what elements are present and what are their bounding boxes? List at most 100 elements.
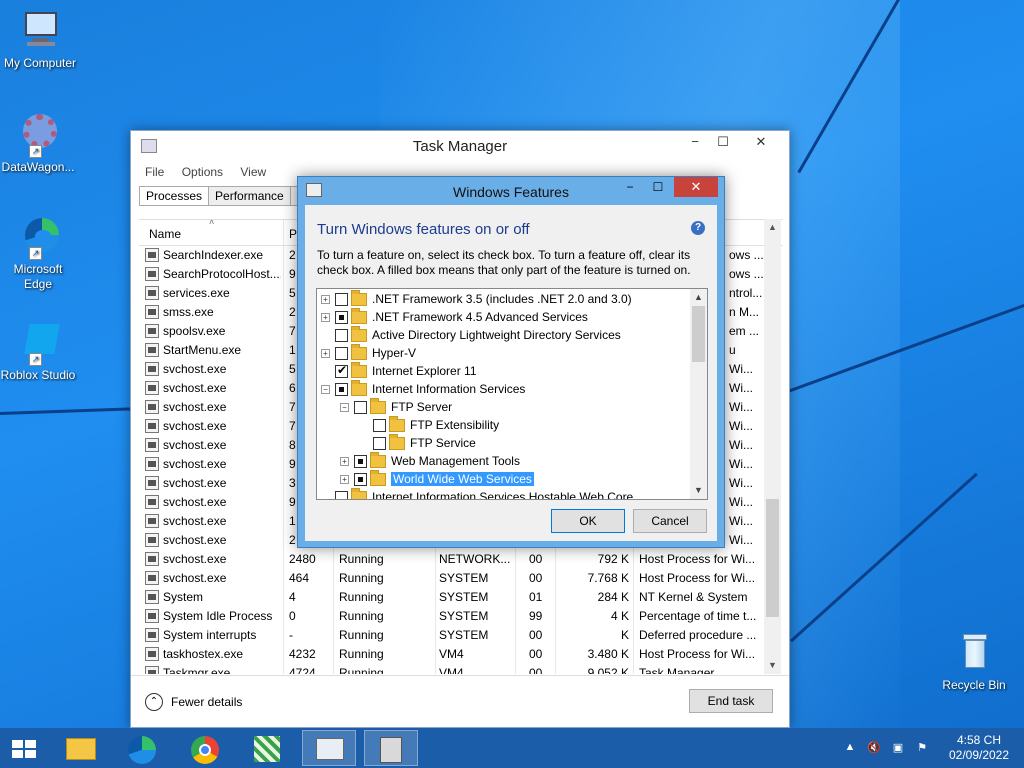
feature-row[interactable]: + Web Management Tools xyxy=(340,451,520,470)
expand-icon[interactable]: + xyxy=(321,348,330,358)
cancel-button[interactable]: Cancel xyxy=(633,509,707,533)
dialog-description: To turn a feature on, select its check b… xyxy=(317,248,691,277)
menu-file[interactable]: File xyxy=(145,165,164,179)
process-memory: K xyxy=(620,628,629,642)
feature-checkbox[interactable] xyxy=(335,346,348,360)
expand-icon[interactable]: + xyxy=(321,312,330,322)
scroll-up-arrow-icon[interactable]: ▲ xyxy=(690,289,707,306)
feature-row[interactable]: + Hyper-V xyxy=(321,343,416,362)
start-button[interactable] xyxy=(0,730,48,766)
action-center-icon[interactable]: ⚑ xyxy=(914,741,930,755)
process-name: SearchIndexer.exe xyxy=(163,248,264,262)
process-icon xyxy=(145,571,159,585)
taskbar-windows-features[interactable] xyxy=(364,730,418,766)
feature-row[interactable]: FTP Service xyxy=(359,433,476,452)
feature-row[interactable]: − Internet Information Services xyxy=(321,379,525,398)
process-row[interactable]: svchost.exe 464 Running SYSTEM 00 7.768 K Host… xyxy=(139,569,783,588)
minimize-button[interactable]: − xyxy=(681,131,709,153)
feature-row[interactable]: + World Wide Web Services xyxy=(340,469,534,488)
features-tree-scrollbar[interactable]: ▲ ▼ xyxy=(690,289,707,499)
process-row[interactable]: System interrupts - Running SYSTEM 00 K Deferr… xyxy=(139,626,783,645)
expand-icon[interactable]: + xyxy=(340,456,349,466)
folder-icon xyxy=(351,325,367,342)
desktop-icon-datawagon[interactable]: ↗ DataWagon... xyxy=(0,112,78,175)
column-header-name[interactable]: Name xyxy=(149,227,181,241)
process-description: Wi... xyxy=(729,381,753,395)
maximize-button[interactable]: ☐ xyxy=(709,131,737,153)
desktop-icon-microsoft-edge[interactable]: ↗ Microsoft Edge xyxy=(0,214,78,292)
feature-checkbox[interactable] xyxy=(335,382,348,396)
fewer-details-toggle[interactable]: ⌃ Fewer details xyxy=(145,693,242,711)
taskbar-chrome[interactable] xyxy=(178,730,232,766)
close-button[interactable]: ✕ xyxy=(741,131,781,153)
process-description: Wi... xyxy=(729,495,753,509)
expand-icon[interactable]: + xyxy=(340,474,349,484)
collapse-icon[interactable]: − xyxy=(340,402,349,412)
feature-row[interactable]: Active Directory Lightweight Directory S… xyxy=(321,325,621,344)
taskbar-task-manager[interactable] xyxy=(302,730,356,766)
menu-view[interactable]: View xyxy=(240,165,266,179)
taskbar-file-explorer[interactable] xyxy=(54,730,108,766)
feature-checkbox[interactable] xyxy=(335,490,348,499)
end-task-button[interactable]: End task xyxy=(689,689,773,713)
menu-options[interactable]: Options xyxy=(182,165,223,179)
process-row[interactable]: svchost.exe 2480 Running NETWORK... 00 792 K H… xyxy=(139,550,783,569)
feature-checkbox[interactable] xyxy=(335,363,348,378)
scrollbar-thumb[interactable] xyxy=(692,306,705,362)
process-name: svchost.exe xyxy=(163,495,227,509)
scroll-down-arrow-icon[interactable]: ▼ xyxy=(764,657,781,674)
desktop-icon-my-computer[interactable]: My Computer xyxy=(0,8,80,71)
feature-row[interactable]: Internet Explorer 11 xyxy=(321,361,477,380)
scroll-down-arrow-icon[interactable]: ▼ xyxy=(690,482,707,499)
taskbar-edge[interactable] xyxy=(116,730,170,766)
tray-expand-icon[interactable]: ▲ xyxy=(842,741,858,755)
feature-checkbox[interactable] xyxy=(354,454,367,468)
feature-row[interactable]: + .NET Framework 4.5 Advanced Services xyxy=(321,307,588,326)
process-icon xyxy=(145,286,159,300)
process-pid: 6 xyxy=(289,381,296,395)
volume-muted-icon[interactable]: 🔇 xyxy=(866,741,882,755)
scroll-up-arrow-icon[interactable]: ▲ xyxy=(764,219,781,236)
desktop-icon-roblox-studio[interactable]: ↗ Roblox Studio xyxy=(0,320,78,383)
feature-checkbox[interactable] xyxy=(335,310,348,324)
process-row[interactable]: taskhostex.exe 4232 Running VM4 00 3.480 K Hos… xyxy=(139,645,783,664)
process-row[interactable]: System 4 Running SYSTEM 01 284 K NT Kernel & S… xyxy=(139,588,783,607)
help-icon[interactable]: ? xyxy=(691,221,705,235)
feature-checkbox[interactable] xyxy=(354,400,367,414)
dialog-minimize-button[interactable]: − xyxy=(618,177,642,197)
taskbar-datawagon[interactable] xyxy=(240,730,294,766)
feature-row[interactable]: + .NET Framework 3.5 (includes .NET 2.0 a… xyxy=(321,289,632,308)
scrollbar-thumb[interactable] xyxy=(766,499,779,617)
network-icon[interactable]: ▣ xyxy=(890,741,906,755)
feature-checkbox[interactable] xyxy=(335,328,348,342)
tab-performance[interactable]: Performance xyxy=(208,186,291,206)
dialog-close-button[interactable]: ✕ xyxy=(674,177,718,197)
process-description: Wi... xyxy=(729,476,753,490)
process-cpu: 00 xyxy=(529,628,543,642)
feature-row[interactable]: − FTP Server xyxy=(340,397,452,416)
process-icon xyxy=(145,533,159,547)
feature-checkbox[interactable] xyxy=(335,292,348,306)
feature-checkbox[interactable] xyxy=(373,418,386,432)
feature-row[interactable]: FTP Extensibility xyxy=(359,415,499,434)
shortcut-arrow-icon: ↗ xyxy=(29,247,42,260)
process-name: System Idle Process xyxy=(163,609,273,623)
process-pid: 1 xyxy=(289,343,296,357)
feature-checkbox[interactable] xyxy=(373,436,386,450)
process-row[interactable]: Taskmgr.exe 4724 Running VM4 00 9.052 K Task M… xyxy=(139,664,783,674)
feature-row[interactable]: Internet Information Services Hostable W… xyxy=(321,487,633,499)
column-header-pid[interactable]: P xyxy=(289,227,297,241)
ok-button[interactable]: OK xyxy=(551,509,625,533)
collapse-icon[interactable]: − xyxy=(321,384,330,394)
process-icon xyxy=(145,419,159,433)
tab-processes[interactable]: Processes xyxy=(139,186,210,206)
process-row[interactable]: System Idle Process 0 Running SYSTEM 99 4 K Pe… xyxy=(139,607,783,626)
dialog-maximize-button[interactable]: ☐ xyxy=(646,177,670,197)
feature-checkbox[interactable] xyxy=(354,472,367,486)
process-description: ows ... xyxy=(729,248,764,262)
desktop-icon-recycle-bin[interactable]: Recycle Bin xyxy=(934,630,1014,693)
process-icon xyxy=(145,248,159,262)
clock[interactable]: 4:58 CH 02/09/2022 xyxy=(944,733,1014,763)
expand-icon[interactable]: + xyxy=(321,294,330,304)
process-list-scrollbar[interactable]: ▲ ▼ xyxy=(764,219,781,674)
